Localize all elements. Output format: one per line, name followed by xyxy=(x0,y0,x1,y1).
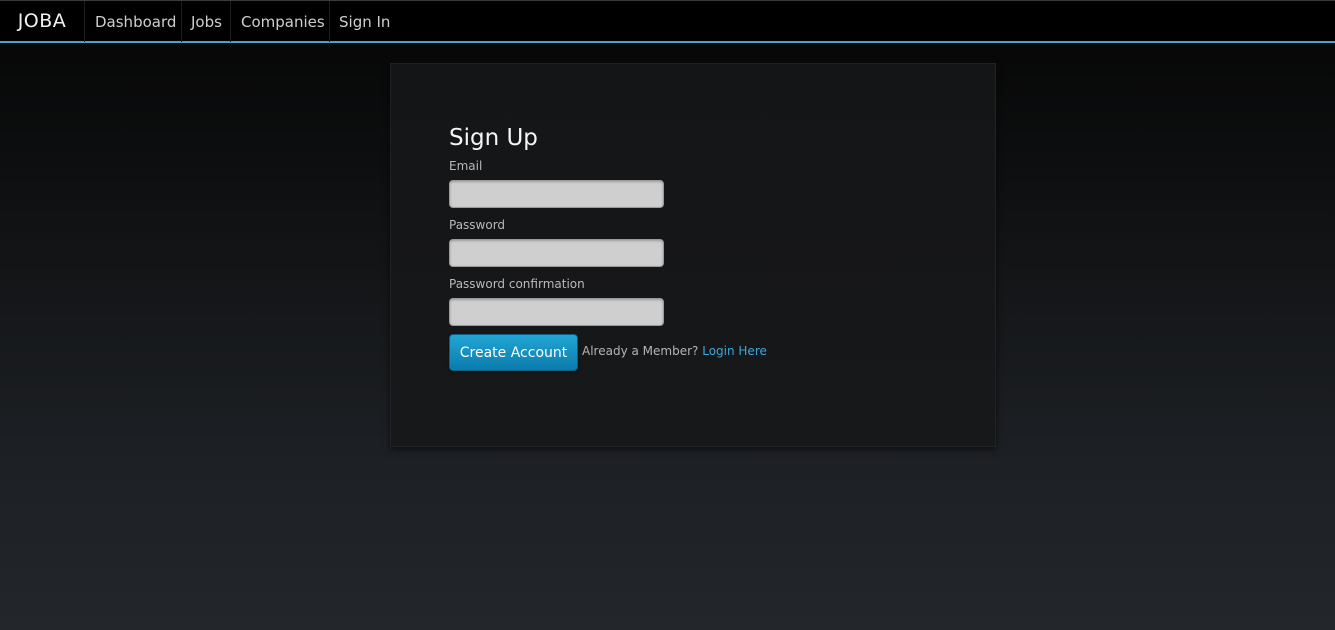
brand-logo[interactable]: JOBA xyxy=(0,1,84,42)
password-confirmation-field[interactable] xyxy=(449,298,664,326)
email-label: Email xyxy=(449,159,483,173)
email-field[interactable] xyxy=(449,180,664,208)
nav-divider xyxy=(84,1,85,42)
password-label: Password xyxy=(449,218,506,232)
nav-item-sign-in[interactable]: Sign In xyxy=(339,1,390,42)
page-title: Sign Up xyxy=(449,125,538,151)
password-confirmation-label: Password confirmation xyxy=(449,277,585,291)
nav-divider xyxy=(181,1,182,42)
login-here-link[interactable]: Login Here xyxy=(702,344,767,358)
nav-divider xyxy=(329,1,330,42)
create-account-button[interactable]: Create Account xyxy=(449,334,578,371)
password-field[interactable] xyxy=(449,239,664,267)
member-prompt: Already a Member? xyxy=(582,344,699,358)
top-navbar: JOBA Dashboard Jobs Companies Sign In xyxy=(0,0,1335,43)
nav-item-dashboard[interactable]: Dashboard xyxy=(95,1,176,42)
nav-item-jobs[interactable]: Jobs xyxy=(191,1,222,42)
signup-panel: Sign Up Email Password Password confirma… xyxy=(390,63,996,447)
nav-divider xyxy=(230,1,231,42)
nav-item-companies[interactable]: Companies xyxy=(241,1,325,42)
already-member-text: Already a Member? Login Here xyxy=(582,343,767,359)
